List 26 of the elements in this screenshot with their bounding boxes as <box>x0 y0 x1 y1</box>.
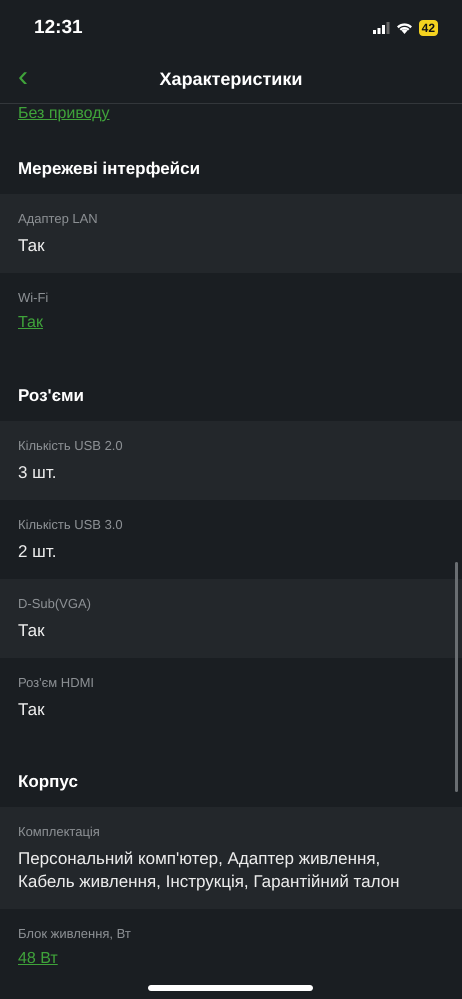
wifi-icon <box>396 22 413 34</box>
spec-value: 2 шт. <box>18 541 58 563</box>
signal-icon <box>372 22 390 34</box>
spec-label: Адаптер LAN <box>18 211 99 226</box>
spec-value: Персональний комп'ютер, Адаптер живлення, Кабель живлення, Інструкція, Гарантійний талон <box>18 848 401 893</box>
page-title: Характеристики <box>160 68 302 90</box>
spec-value: Так <box>18 620 46 642</box>
spec-label: Кількість USB 3.0 <box>18 517 124 532</box>
section-heading: Корпус <box>17 771 79 793</box>
spec-value: 3 шт. <box>18 462 58 484</box>
back-button[interactable]: ‹ <box>14 63 32 91</box>
value-link[interactable]: Без приводу <box>18 104 110 123</box>
spec-value: Так <box>18 699 46 721</box>
spec-label: D-Sub(VGA) <box>18 596 92 611</box>
spec-label: Комплектація <box>18 824 101 839</box>
spec-label: Блок живлення, Вт <box>18 926 132 941</box>
section-heading: Мережеві інтерфейси <box>17 158 202 180</box>
spec-value: Так <box>18 235 46 257</box>
section-heading: Роз'єми <box>17 385 85 407</box>
status-time: 12:31 <box>34 16 83 38</box>
value-link[interactable]: 48 Вт <box>18 949 422 968</box>
spec-label: Wi-Fi <box>18 290 50 305</box>
spec-label: Роз'єм HDMI <box>18 675 96 690</box>
spec-label: Кількість USB 2.0 <box>18 438 124 453</box>
value-link[interactable]: Так <box>18 313 422 332</box>
battery-level: 42 <box>418 20 438 36</box>
